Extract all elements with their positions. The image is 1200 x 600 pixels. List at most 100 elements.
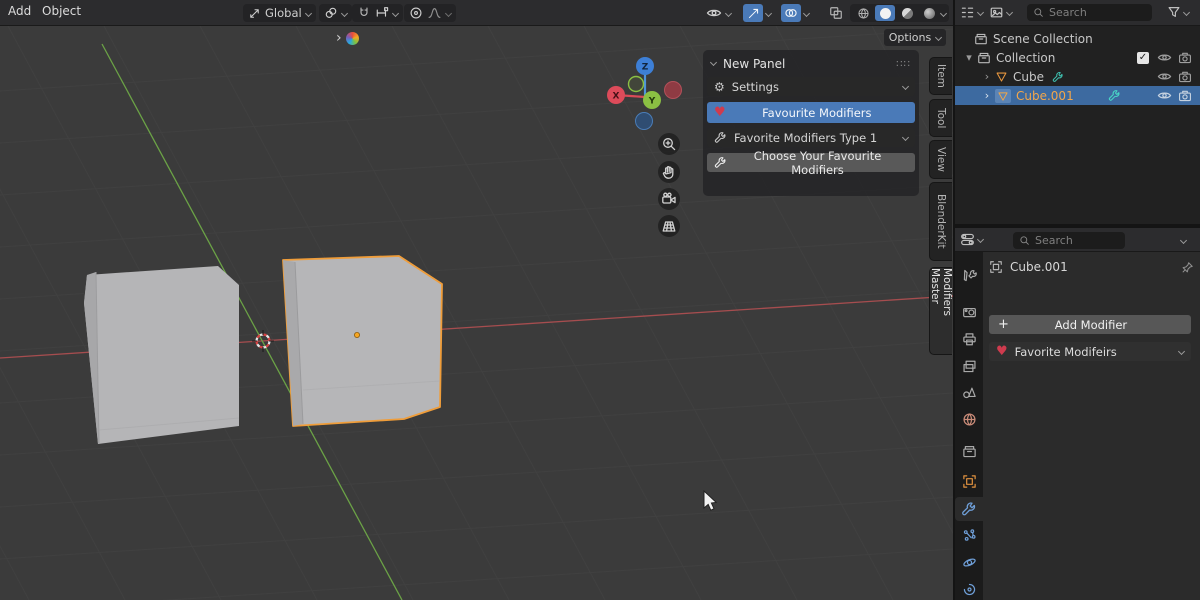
camera-icon[interactable] [1178,70,1192,84]
tab-tool[interactable] [955,263,983,287]
sidebar-tab-blenderkit[interactable]: BlenderKit [929,182,952,261]
chevron-down-icon[interactable] [940,9,947,16]
camera-icon[interactable] [1178,89,1192,103]
magnet-icon[interactable] [357,6,371,20]
sidebar-tab-modifiers-master[interactable]: Modifiers Master [929,267,952,355]
favorite-modifiers-panel-header[interactable]: ♥ Favorite Modifeirs [989,342,1191,361]
chevron-down-icon[interactable] [1180,237,1187,244]
viewport-3d[interactable]: Z X Y [0,26,953,600]
eye-icon[interactable] [1157,88,1172,103]
panel-title: New Panel [723,57,785,71]
pivot-icon [324,6,338,20]
shading-solid-button[interactable] [875,5,895,21]
collection-checkbox[interactable]: ✓ [1137,52,1149,64]
eye-icon[interactable] [1157,50,1172,65]
active-object-icon-highlight [995,89,1011,103]
disclosure-closed-icon[interactable]: › [982,70,992,83]
chevron-down-icon [902,134,909,141]
sidebar-tab-tool[interactable]: Tool [929,99,952,137]
shading-rendered-button[interactable] [919,5,939,21]
mesh-triangle-icon [997,90,1009,102]
search-placeholder: Search [1049,6,1087,19]
panel-collapse-chevron-icon[interactable] [710,59,717,66]
tab-world[interactable] [955,407,983,431]
tab-collection[interactable] [955,439,983,463]
editor-type-dropdown[interactable] [960,232,983,247]
gizmo-ball-neg-y[interactable] [629,77,644,92]
solid-sphere-icon [880,8,891,19]
outliner-search-input[interactable]: Search [1027,4,1152,21]
choose-favourite-modifiers-button[interactable]: Choose Your Favourite Modifiers [707,153,915,172]
zoom-view-button[interactable] [658,133,680,155]
show-overlays-toggle[interactable] [781,4,801,22]
tab-view-layer[interactable] [955,354,983,378]
pin-icon[interactable] [1181,261,1194,274]
gizmo-z-label: Z [642,62,649,72]
chevron-down-icon [392,9,399,16]
shading-material-button[interactable] [897,5,917,21]
collection-box-icon [974,32,988,46]
tab-modifiers-active[interactable] [955,497,983,521]
blenderkit-collapse-control[interactable]: › [336,30,359,46]
disclosure-open-icon[interactable]: ▾ [964,51,974,64]
panel-drag-handle[interactable]: ∷∷ [896,59,911,70]
pivot-point-dropdown[interactable] [319,4,352,22]
chevron-down-icon [725,9,732,16]
row-label: Collection [996,51,1055,65]
tab-constraints[interactable] [955,577,983,600]
menu-add[interactable]: Add [8,4,31,18]
cube-001-object-selected[interactable] [283,256,442,426]
sidebar-tab-view[interactable]: View [929,140,952,179]
cube-object[interactable] [84,266,239,444]
perspective-toggle-button[interactable] [658,215,680,237]
show-gizmo-toggle[interactable] [743,4,763,22]
shading-wireframe-button[interactable] [853,5,873,21]
favourite-modifiers-button[interactable]: ♥ Favourite Modifiers [707,102,915,123]
outliner-tree-icon [960,5,975,20]
transform-orientation-dropdown[interactable]: Global [243,4,316,22]
modifier-type-value: Favorite Modifiers Type 1 [734,131,877,145]
options-dropdown[interactable]: Options [884,29,946,46]
tab-physics[interactable] [955,550,983,574]
object-visibility-dropdown[interactable] [704,4,733,22]
display-mode-dropdown[interactable] [989,5,1012,20]
settings-dropdown[interactable]: ⚙ Settings [707,77,915,96]
wrench-icon [714,156,727,169]
filter-dropdown[interactable] [1167,5,1189,19]
disclosure-closed-icon[interactable]: › [982,89,992,102]
gizmo-ball-neg-z[interactable] [636,113,653,130]
properties-search-input[interactable]: Search [1013,232,1125,249]
snapping-group [352,4,403,22]
chevron-down-icon[interactable] [803,10,810,17]
add-modifier-button[interactable]: + Add Modifier [989,315,1191,334]
sidebar-tab-item[interactable]: Item [929,57,952,95]
tab-render[interactable] [955,300,983,324]
object-brackets-icon [989,260,1003,274]
modifier-type-dropdown[interactable]: Favorite Modifiers Type 1 [707,128,915,147]
camera-view-button[interactable] [658,188,680,210]
outliner-row-scene-collection[interactable]: Scene Collection [955,29,1200,48]
menu-object[interactable]: Object [42,4,81,18]
tab-scene[interactable] [955,380,983,404]
gizmo-ball-neg-x[interactable] [665,82,682,99]
tab-output[interactable] [955,327,983,351]
shading-mode-group [850,4,949,22]
eye-icon[interactable] [1157,69,1172,84]
proportional-editing-icon[interactable] [409,6,423,20]
mesh-triangle-icon [995,70,1008,83]
tab-particles[interactable] [955,523,983,547]
outliner-row-cube-001-selected[interactable]: › Cube.001 [955,86,1200,105]
chevron-down-icon [341,9,348,16]
settings-label: Settings [732,80,779,94]
collection-box-icon [977,51,991,65]
outliner-row-cube[interactable]: › Cube [955,67,1200,86]
camera-icon[interactable] [1178,51,1192,65]
tab-object[interactable] [955,469,983,493]
editor-type-dropdown[interactable] [960,5,983,20]
snap-to-icon[interactable] [375,6,389,20]
pan-view-button[interactable] [658,161,680,183]
outliner-row-collection[interactable]: ▾ Collection ✓ [955,48,1200,67]
falloff-curve-icon[interactable] [427,6,442,20]
xray-toggle[interactable] [826,4,846,22]
chevron-down-icon[interactable] [765,10,772,17]
